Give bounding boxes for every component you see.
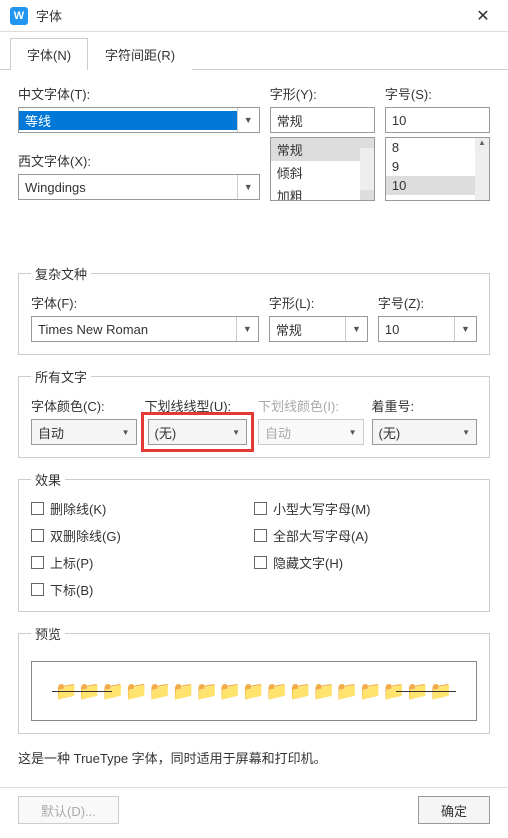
- chevron-down-icon[interactable]: ▼: [454, 317, 476, 341]
- preview-group: 预览 📁📁📁📁📁📁📁📁📁📁📁📁📁📁📁📁📁: [18, 624, 490, 734]
- app-icon: W: [10, 7, 28, 25]
- underline-color-label: 下划线颜色(I):: [258, 396, 364, 415]
- chinese-font-value: 等线: [19, 111, 237, 130]
- all-text-legend: 所有文字: [31, 367, 91, 386]
- chinese-font-combo[interactable]: 等线 ▼: [18, 107, 260, 133]
- titlebar: W 字体 ✕: [0, 0, 508, 32]
- complex-legend: 复杂文种: [31, 264, 91, 283]
- checkbox-icon: [31, 583, 44, 596]
- style-combo[interactable]: 常规: [270, 107, 375, 133]
- chevron-down-icon[interactable]: ▼: [345, 317, 367, 341]
- underline-style-value: (无): [155, 423, 177, 442]
- checkbox-icon: [254, 529, 267, 542]
- chevron-down-icon: ▼: [462, 428, 470, 437]
- highlight-annotation: (无) ▼: [141, 412, 255, 452]
- complex-style-combo[interactable]: 常规 ▼: [269, 316, 368, 342]
- complex-style-value: 常规: [270, 320, 345, 339]
- emphasis-dropdown[interactable]: (无) ▼: [372, 419, 478, 445]
- preview-box: 📁📁📁📁📁📁📁📁📁📁📁📁📁📁📁📁📁: [31, 661, 477, 721]
- hidden-checkbox[interactable]: 隐藏文字(H): [254, 553, 477, 572]
- size-scrollbar[interactable]: ▲: [475, 138, 489, 200]
- effects-legend: 效果: [31, 470, 65, 489]
- style-label: 字形(Y):: [270, 84, 375, 103]
- underline-style-dropdown[interactable]: (无) ▼: [148, 419, 248, 445]
- complex-size-value: 10: [379, 322, 454, 337]
- chinese-font-label: 中文字体(T):: [18, 84, 260, 103]
- checkbox-icon: [31, 502, 44, 515]
- subscript-checkbox[interactable]: 下标(B): [31, 580, 254, 599]
- style-scrollbar[interactable]: ▲: [360, 138, 374, 200]
- emphasis-label: 着重号:: [372, 396, 478, 415]
- complex-font-label: 字体(F):: [31, 293, 259, 312]
- chevron-down-icon: ▼: [349, 428, 357, 437]
- tab-content: 中文字体(T): 等线 ▼ 字形(Y): 常规 字号(S): 10 常规 倾斜 …: [0, 69, 508, 787]
- checkbox-icon: [254, 502, 267, 515]
- preview-legend: 预览: [31, 624, 65, 643]
- western-font-label: 西文字体(X):: [18, 151, 260, 170]
- size-option-8[interactable]: 8: [386, 138, 489, 157]
- complex-font-value: Times New Roman: [32, 322, 236, 337]
- western-font-combo[interactable]: Wingdings ▼: [18, 174, 260, 200]
- size-combo[interactable]: 10: [385, 107, 490, 133]
- style-option-italic[interactable]: 倾斜: [271, 161, 374, 184]
- preview-line-right: [396, 691, 456, 692]
- all-text-group: 所有文字 字体颜色(C): 自动 ▼ 下划线线型(U): (无) ▼: [18, 367, 490, 458]
- complex-scripts-group: 复杂文种 字体(F): Times New Roman ▼ 字形(L): 常规 …: [18, 264, 490, 355]
- style-option-bold[interactable]: 加粗: [271, 184, 374, 201]
- complex-size-label: 字号(Z):: [378, 293, 477, 312]
- font-color-value: 自动: [38, 423, 64, 442]
- double-strike-checkbox[interactable]: 双删除线(G): [31, 526, 254, 545]
- font-color-dropdown[interactable]: 自动 ▼: [31, 419, 137, 445]
- effects-group: 效果 删除线(K) 小型大写字母(M) 双删除线(G) 全部大写字母(A) 上标…: [18, 470, 490, 612]
- style-value: 常规: [271, 111, 374, 130]
- chevron-down-icon[interactable]: ▼: [236, 317, 258, 341]
- chevron-down-icon[interactable]: ▼: [237, 108, 259, 132]
- chevron-down-icon[interactable]: ▼: [237, 175, 259, 199]
- underline-color-value: 自动: [265, 423, 291, 442]
- emphasis-value: (无): [379, 423, 401, 442]
- checkbox-icon: [254, 556, 267, 569]
- size-value: 10: [386, 113, 489, 128]
- superscript-checkbox[interactable]: 上标(P): [31, 553, 254, 572]
- style-listbox[interactable]: 常规 倾斜 加粗 ▲: [270, 137, 375, 201]
- checkbox-icon: [31, 529, 44, 542]
- ok-button[interactable]: 确定: [418, 796, 490, 824]
- style-option-regular[interactable]: 常规: [271, 138, 374, 161]
- complex-font-combo[interactable]: Times New Roman ▼: [31, 316, 259, 342]
- allcaps-checkbox[interactable]: 全部大写字母(A): [254, 526, 477, 545]
- close-button[interactable]: ✕: [468, 1, 498, 31]
- tab-strip: 字体(N) 字符间距(R): [10, 38, 508, 70]
- font-description: 这是一种 TrueType 字体，同时适用于屏幕和打印机。: [18, 748, 490, 767]
- preview-sample: 📁📁📁📁📁📁📁📁📁📁📁📁📁📁📁📁📁: [55, 681, 453, 702]
- chevron-down-icon: ▼: [232, 428, 240, 437]
- size-option-10[interactable]: 10: [386, 176, 489, 195]
- complex-style-label: 字形(L):: [269, 293, 368, 312]
- size-option-9[interactable]: 9: [386, 157, 489, 176]
- tab-spacing[interactable]: 字符间距(R): [88, 38, 192, 70]
- strikethrough-checkbox[interactable]: 删除线(K): [31, 499, 254, 518]
- dialog-footer: 默认(D)... 确定: [0, 787, 508, 838]
- checkbox-icon: [31, 556, 44, 569]
- preview-line-left: [52, 691, 112, 692]
- window-title: 字体: [36, 6, 468, 25]
- size-listbox[interactable]: 8 9 10 ▲: [385, 137, 490, 201]
- complex-size-combo[interactable]: 10 ▼: [378, 316, 477, 342]
- smallcaps-checkbox[interactable]: 小型大写字母(M): [254, 499, 477, 518]
- underline-color-dropdown: 自动 ▼: [258, 419, 364, 445]
- default-button: 默认(D)...: [18, 796, 119, 824]
- size-label: 字号(S):: [385, 84, 490, 103]
- tab-font[interactable]: 字体(N): [10, 38, 88, 70]
- font-color-label: 字体颜色(C):: [31, 396, 137, 415]
- western-font-value: Wingdings: [19, 180, 237, 195]
- chevron-down-icon: ▼: [122, 428, 130, 437]
